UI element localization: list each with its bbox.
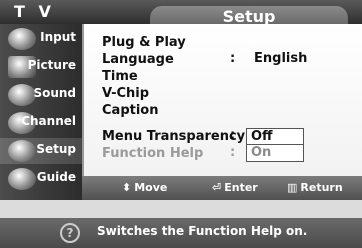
sidebar-item-label: Input [40,30,76,44]
setup-menu-panel: Plug & Play Language : English Time V-Ch… [82,24,362,176]
sidebar-item-label: Setup [36,142,76,156]
dropdown-option-off[interactable]: Off [246,128,304,145]
language-value: English [254,51,308,66]
return-hint: ▥ Return [287,181,343,194]
enter-icon: ⏎ [212,181,222,194]
tv-label: T V [14,2,55,21]
move-hint: ⬍ Move [122,181,168,194]
separator [0,200,362,218]
enter-hint: ⏎ Enter [212,181,258,194]
sidebar-item-guide[interactable]: Guide [0,166,82,192]
sidebar-item-setup[interactable]: Setup [0,138,82,164]
menu-item-v-chip[interactable]: V-Chip [102,85,149,102]
menu-item-caption[interactable]: Caption [102,102,158,119]
sidebar-item-label: Sound [33,86,76,100]
menu-item-function-help[interactable]: Function Help [102,145,203,162]
sidebar-item-input[interactable]: Input [0,26,82,52]
menu-item-menu-transparency[interactable]: Menu Transparency [102,128,245,145]
updown-arrow-icon: ⬍ [122,181,132,194]
control-hints-bar: ⬍ Move ⏎ Enter ▥ Return [82,176,362,200]
sidebar-item-picture[interactable]: Picture [0,54,82,80]
return-icon: ▥ [287,181,298,194]
menu-item-language[interactable]: Language [102,51,174,68]
help-bar: ? Switches the Function Help on. [0,218,362,248]
colon: : [230,128,236,143]
sound-icon [8,84,36,106]
sidebar-item-sound[interactable]: Sound [0,82,82,108]
menu-item-time[interactable]: Time [102,68,138,85]
setup-icon [8,140,36,162]
top-bar: T V Setup [0,0,362,30]
colon: : [230,145,236,160]
sidebar-item-label: Picture [27,58,76,72]
sidebar-item-label: Guide [36,170,76,184]
dropdown-option-on[interactable]: On [246,145,304,162]
menu-item-plug-and-play[interactable]: Plug & Play [102,34,186,51]
colon: : [230,51,236,66]
help-icon: ? [60,223,80,243]
sidebar-item-label: Channel [21,114,76,128]
sidebar-item-channel[interactable]: Channel [0,110,82,136]
guide-icon [8,168,36,190]
help-text: Switches the Function Help on. [97,224,308,238]
input-icon [8,28,36,50]
sidebar: Input Picture Sound Channel Setup Guide [0,24,82,200]
